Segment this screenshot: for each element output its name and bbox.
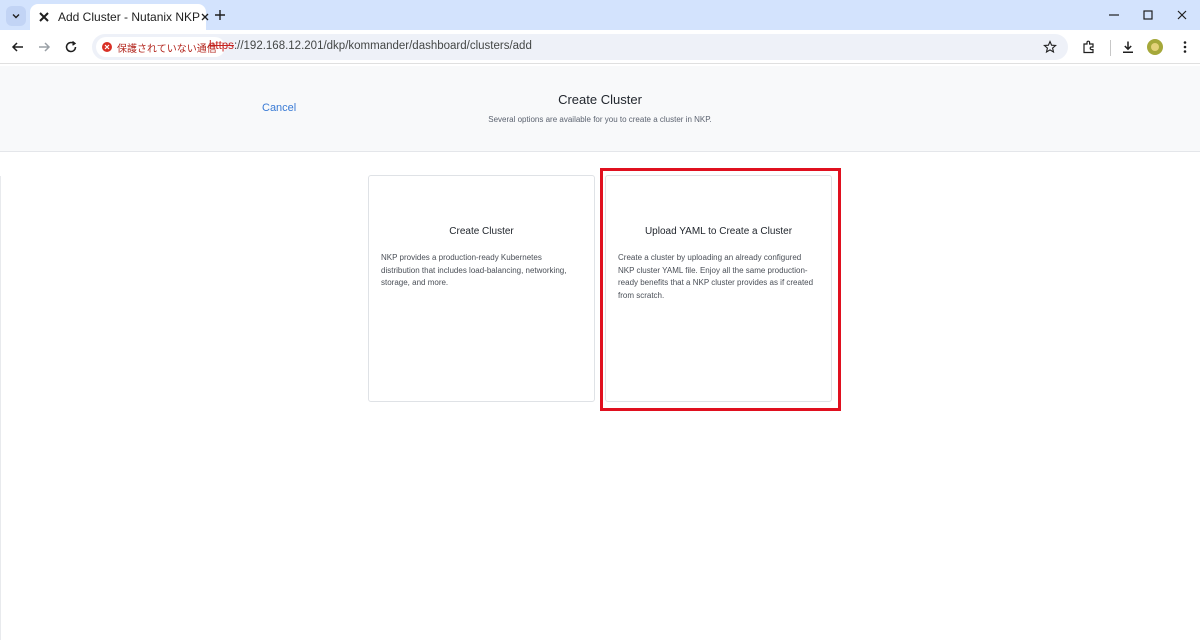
card-title: Upload YAML to Create a Cluster xyxy=(644,226,793,237)
maximize-icon[interactable] xyxy=(1140,7,1156,23)
tab-title: Add Cluster - Nutanix NKP xyxy=(58,10,201,24)
close-tab-icon[interactable] xyxy=(200,10,210,24)
card-title: Create Cluster xyxy=(449,226,514,237)
url-text: https://192.168.12.201/dkp/kommander/das… xyxy=(209,40,532,52)
toolbar-divider xyxy=(1110,40,1111,56)
browser-toolbar: 保護されていない通信 https://192.168.12.201/dkp/ko… xyxy=(0,30,1200,64)
tab-search-button[interactable] xyxy=(6,6,26,26)
profile-avatar[interactable] xyxy=(1147,39,1163,55)
left-edge-divider xyxy=(0,176,1,640)
create-cluster-card[interactable]: Create Cluster NKP provides a production… xyxy=(368,175,595,402)
url-scheme: https xyxy=(209,40,234,52)
upload-yaml-card[interactable]: Upload YAML to Create a Cluster Create a… xyxy=(605,175,832,402)
menu-icon[interactable] xyxy=(1176,38,1194,56)
download-icon[interactable] xyxy=(1119,38,1137,56)
minimize-icon[interactable] xyxy=(1106,7,1122,23)
security-chip[interactable]: 保護されていない通信 xyxy=(96,37,225,57)
card-description: Create a cluster by uploading an already… xyxy=(618,253,814,300)
forward-icon[interactable] xyxy=(35,38,53,56)
not-secure-icon xyxy=(102,42,112,52)
card-description: NKP provides a production-ready Kubernet… xyxy=(381,253,567,288)
back-icon[interactable] xyxy=(9,38,27,56)
address-bar[interactable]: 保護されていない通信 https://192.168.12.201/dkp/ko… xyxy=(92,34,1068,60)
chevron-down-icon xyxy=(12,14,20,19)
tab-bar: Add Cluster - Nutanix NKP xyxy=(0,0,1200,30)
nkp-x-icon xyxy=(38,10,50,24)
security-chip-label: 保護されていない通信 xyxy=(117,43,217,55)
url-path: ://192.168.12.201/dkp/kommander/dashboar… xyxy=(233,40,532,52)
page-header: Cancel Create Cluster Several options ar… xyxy=(0,66,1200,152)
page-subtitle: Several options are available for you to… xyxy=(488,115,712,124)
star-icon[interactable] xyxy=(1042,39,1058,55)
new-tab-icon[interactable] xyxy=(212,7,228,23)
reload-icon[interactable] xyxy=(62,38,80,56)
browser-tab[interactable]: Add Cluster - Nutanix NKP xyxy=(30,4,209,30)
page-title: Create Cluster xyxy=(558,92,642,107)
close-window-icon[interactable] xyxy=(1174,7,1190,23)
extensions-icon[interactable] xyxy=(1080,38,1098,56)
